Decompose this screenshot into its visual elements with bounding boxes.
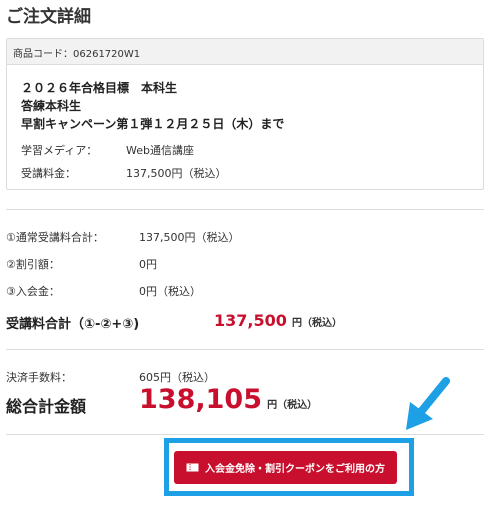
grand-total: 138,105 円（税込） bbox=[139, 384, 317, 415]
product-code-header: 商品コード：06261720W1 bbox=[7, 39, 483, 65]
media-label: 学習メディア： bbox=[21, 144, 98, 157]
fee-label: 受講料金： bbox=[21, 167, 76, 180]
media-value: Web通信講座 bbox=[126, 144, 194, 157]
payment-fee-label: 決済手数料： bbox=[6, 371, 72, 384]
grand-total-amount: 138,105 bbox=[139, 384, 262, 415]
payment-fee-value: 605円（税込） bbox=[139, 371, 215, 384]
fee-value: 137,500円（税込） bbox=[126, 167, 227, 180]
arrow-down-left-icon bbox=[406, 377, 450, 430]
discount-label: ②割引額： bbox=[6, 258, 60, 271]
page-title: ご注文詳細 bbox=[6, 7, 91, 27]
course-total-unit: 円（税込） bbox=[291, 318, 342, 329]
course-total-amount: 137,500 bbox=[214, 311, 287, 330]
product-code: 商品コード：06261720W1 bbox=[13, 49, 141, 60]
product-name-line1: ２０２６年合格目標 本科生 bbox=[21, 81, 178, 95]
divider bbox=[6, 349, 484, 350]
course-total-label: 受講料合計（①-②+③) bbox=[6, 317, 140, 332]
course-total: 137,500 円（税込） bbox=[214, 311, 342, 330]
product-name-line2: 答練本科生 bbox=[21, 99, 82, 113]
entry-fee-value: 0円（税込） bbox=[139, 285, 201, 298]
divider bbox=[6, 209, 484, 210]
grand-total-label: 総合計金額 bbox=[6, 397, 87, 416]
product-box: 商品コード：06261720W1 ２０２６年合格目標 本科生 答練本科生 早割キ… bbox=[6, 38, 484, 190]
entry-fee-label: ③入会金： bbox=[6, 285, 60, 298]
coupon-button[interactable]: 入会金免除・割引クーポンをご利用の方 bbox=[174, 451, 397, 484]
divider bbox=[6, 434, 484, 435]
normal-total-value: 137,500円（税込） bbox=[139, 231, 240, 244]
discount-value: 0円 bbox=[139, 258, 157, 271]
grand-total-unit: 円（税込） bbox=[267, 400, 318, 411]
ticket-icon bbox=[186, 463, 199, 472]
product-campaign-line: 早割キャンペーン第１弾１２月２５日（木）まで bbox=[21, 117, 285, 131]
coupon-button-label: 入会金免除・割引クーポンをご利用の方 bbox=[205, 464, 385, 475]
normal-total-label: ①通常受講料合計： bbox=[6, 231, 104, 244]
